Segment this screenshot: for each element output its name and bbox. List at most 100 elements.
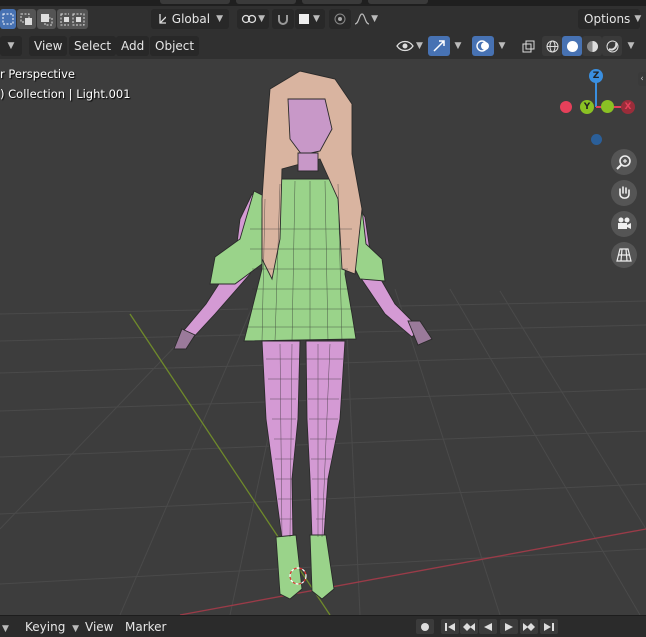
next-keyframe-icon [523, 622, 535, 631]
jump-start-button[interactable] [441, 619, 459, 634]
gizmo-dropdown[interactable]: ▼ [450, 36, 466, 56]
marker-menu[interactable]: Marker [125, 619, 166, 635]
gizmo-toggle-button[interactable] [428, 36, 450, 56]
keying-label: Keying [25, 620, 66, 634]
magnet-icon [278, 15, 288, 25]
solid-sphere-icon [566, 40, 578, 52]
hand-icon [619, 186, 630, 199]
menu-object[interactable]: Object [150, 36, 200, 56]
snap-toggle-button[interactable] [272, 9, 294, 29]
select-subtract-button[interactable] [37, 9, 56, 29]
intersect-selection-icon [72, 13, 85, 25]
keying-menu[interactable]: Keying ▼ [25, 619, 79, 635]
timeline-header: ▼ Keying ▼ View Marker [0, 615, 646, 637]
chevron-down-icon: ▼ [313, 14, 320, 24]
workspace-tab[interactable] [160, 0, 230, 4]
chevron-down-icon: ▼ [72, 624, 80, 634]
3d-viewport[interactable]: r Perspective ) Collection | Light.001 Z… [0, 59, 646, 615]
prev-keyframe-button[interactable] [460, 619, 478, 634]
record-button[interactable] [416, 619, 434, 634]
chevron-down-icon: ▼ [258, 14, 265, 24]
perspective-grid-icon [616, 248, 632, 262]
record-icon [421, 622, 429, 631]
next-keyframe-button[interactable] [520, 619, 538, 634]
jump-start-icon [445, 622, 455, 631]
camera-icon [618, 217, 631, 229]
subtract-selection-icon [41, 13, 53, 25]
view-perspective-label: r Perspective [0, 67, 75, 81]
menu-select[interactable]: Select [69, 36, 117, 56]
right-shoe [309, 534, 335, 600]
prev-keyframe-icon [463, 622, 475, 631]
pivot-point-dropdown[interactable]: ▼ [237, 9, 269, 29]
overlays-icon [476, 40, 489, 52]
shading-material-button[interactable] [582, 36, 602, 56]
chevron-down-icon: ▼ [454, 41, 462, 51]
select-box-mode-button[interactable] [0, 9, 16, 29]
select-intersect-button[interactable] [69, 9, 88, 29]
gizmo-x-negative-axis[interactable] [560, 101, 572, 113]
wireframe-sphere-icon [546, 40, 558, 52]
menu-add[interactable]: Add [116, 36, 150, 56]
workspace-tab[interactable] [236, 0, 296, 4]
workspace-tab[interactable] [368, 0, 428, 4]
chevron-down-icon: ▼ [7, 41, 15, 51]
timeline-view-menu[interactable]: View [85, 619, 113, 635]
shading-rendered-button[interactable] [602, 36, 622, 56]
x-axis-line [179, 528, 646, 615]
select-box-icon [2, 13, 14, 25]
gizmo-z-negative-axis[interactable] [591, 134, 602, 145]
toggle-perspective-button[interactable] [611, 242, 637, 268]
proportional-edit-button[interactable] [329, 9, 351, 29]
eye-icon [396, 40, 414, 52]
left-shoe [275, 534, 303, 600]
gizmo-y-axis[interactable]: Y [580, 100, 594, 114]
sidebar-toggle-arrow[interactable]: ‹ [638, 72, 646, 86]
overlays-toggle-button[interactable] [472, 36, 494, 56]
camera-view-button[interactable] [611, 211, 637, 237]
chevron-down-icon: ▼ [416, 41, 423, 51]
chevron-down-icon: ▼ [634, 14, 642, 24]
shading-solid-button[interactable] [562, 36, 582, 56]
character-mesh [173, 70, 433, 600]
proportional-edit-icon [334, 13, 346, 25]
gizmo-y-negative-axis[interactable] [601, 100, 614, 113]
xray-icon [522, 40, 534, 52]
editor-type-dropdown[interactable]: ▼ [0, 36, 22, 56]
gizmo-z-axis[interactable]: Z [589, 69, 603, 83]
shading-wireframe-button[interactable] [542, 36, 562, 56]
pan-view-button[interactable] [611, 180, 637, 206]
zoom-view-button[interactable] [611, 149, 637, 175]
navigation-gizmo[interactable]: Z Y X [550, 64, 642, 156]
chevron-down-icon: ▼ [216, 14, 223, 24]
menu-view[interactable]: View [29, 36, 68, 56]
falloff-curve-icon [354, 13, 370, 25]
jump-end-button[interactable] [540, 619, 558, 634]
pivot-link-icon [241, 14, 257, 24]
play-reverse-button[interactable] [479, 619, 497, 634]
falloff-dropdown[interactable]: ▼ [351, 9, 381, 29]
snap-target-dropdown[interactable]: ▼ [295, 9, 325, 29]
transform-orientation-dropdown[interactable]: Global ▼ [151, 9, 229, 29]
object-visibility-dropdown[interactable]: ▼ [392, 36, 428, 56]
select-extend-button[interactable] [17, 9, 36, 29]
xray-toggle-button[interactable] [518, 36, 538, 56]
orientation-axes-icon [159, 14, 166, 24]
workspace-tab[interactable] [302, 0, 362, 4]
play-icon [505, 622, 513, 631]
overlays-dropdown[interactable]: ▼ [494, 36, 510, 56]
gizmo-arrow-icon [433, 40, 445, 52]
play-button[interactable] [500, 619, 518, 634]
rendered-sphere-icon [606, 40, 618, 52]
shading-dropdown[interactable]: ▼ [622, 36, 640, 56]
gizmo-x-axis[interactable]: X [621, 100, 635, 114]
jump-end-icon [544, 622, 554, 631]
neck [297, 152, 319, 172]
chevron-down-icon: ▼ [371, 14, 378, 24]
zoom-icon [616, 155, 631, 170]
viewport-menubar: ▼ View Select Add Object ▼ ▼ ▼ ▼ [0, 34, 646, 59]
options-label: Options [584, 12, 631, 26]
options-dropdown[interactable]: Options ▼ [578, 9, 642, 29]
timeline-editor-dropdown[interactable]: ▼ [0, 619, 14, 635]
header-toolbar: Global ▼ ▼ ▼ ▼ Options ▼ [0, 6, 646, 35]
